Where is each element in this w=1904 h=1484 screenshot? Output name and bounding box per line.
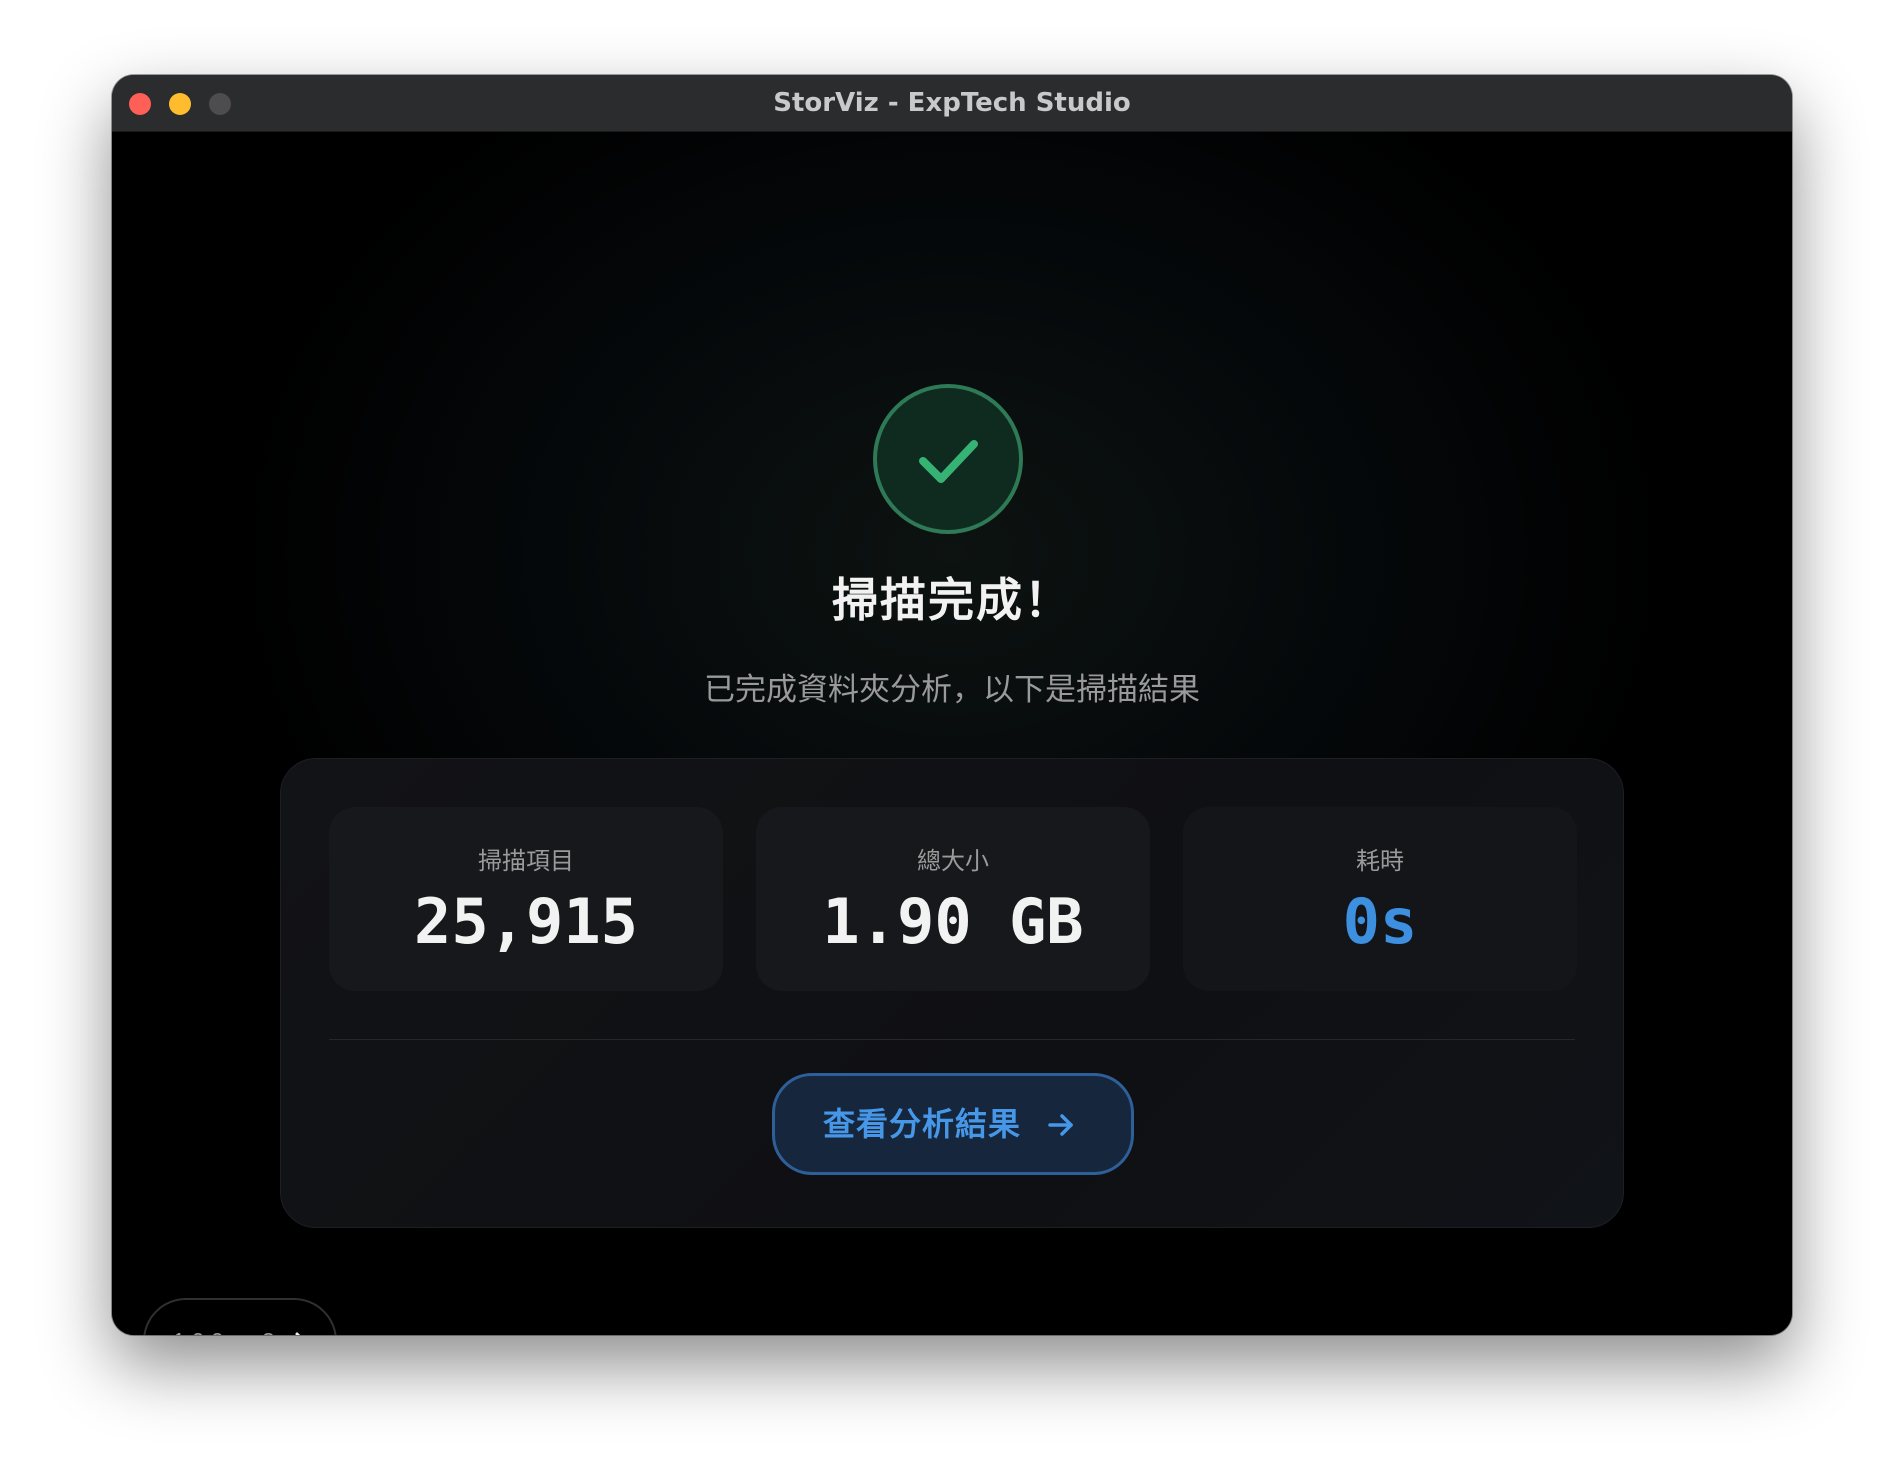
view-results-button[interactable]: 查看分析結果 [772, 1073, 1134, 1175]
stat-elapsed-time: 耗時 0s [1183, 807, 1577, 991]
scan-complete-heading: 掃描完成！ [832, 573, 1072, 627]
stat-value: 25,915 [414, 885, 638, 958]
stat-total-size: 總大小 1.90 GB [756, 807, 1150, 991]
main-content: 掃描完成！ 已完成資料夾分析，以下是掃描結果 掃描項目 25,915 總大小 1… [112, 132, 1792, 1335]
success-badge [873, 384, 1023, 534]
version-label: v1.0.0–rc.3 [161, 1300, 275, 1335]
window-title: StorViz - ExpTech Studio [773, 88, 1131, 118]
view-results-label: 查看分析結果 [823, 1105, 1022, 1143]
stat-value: 0s [1342, 885, 1418, 958]
app-window: StorViz - ExpTech Studio 掃描完成！ 已完成資料夾分析，… [112, 75, 1792, 1335]
stat-scanned-items: 掃描項目 25,915 [329, 807, 723, 991]
chevron-right-icon [295, 1332, 301, 1335]
stat-label: 總大小 [917, 847, 989, 875]
stat-value: 1.90 GB [822, 885, 1084, 958]
stat-label: 掃描項目 [478, 847, 574, 875]
card-divider [329, 1039, 1575, 1040]
results-card: 掃描項目 25,915 總大小 1.90 GB 耗時 0s 查看分析結果 [280, 758, 1624, 1228]
scan-complete-subheading: 已完成資料夾分析，以下是掃描結果 [704, 672, 1200, 708]
version-button[interactable]: v1.0.0–rc.3 [143, 1298, 337, 1335]
check-icon [919, 440, 978, 483]
title-bar: StorViz - ExpTech Studio [112, 75, 1792, 132]
stat-label: 耗時 [1356, 847, 1404, 875]
arrow-right-icon [1048, 1114, 1073, 1136]
